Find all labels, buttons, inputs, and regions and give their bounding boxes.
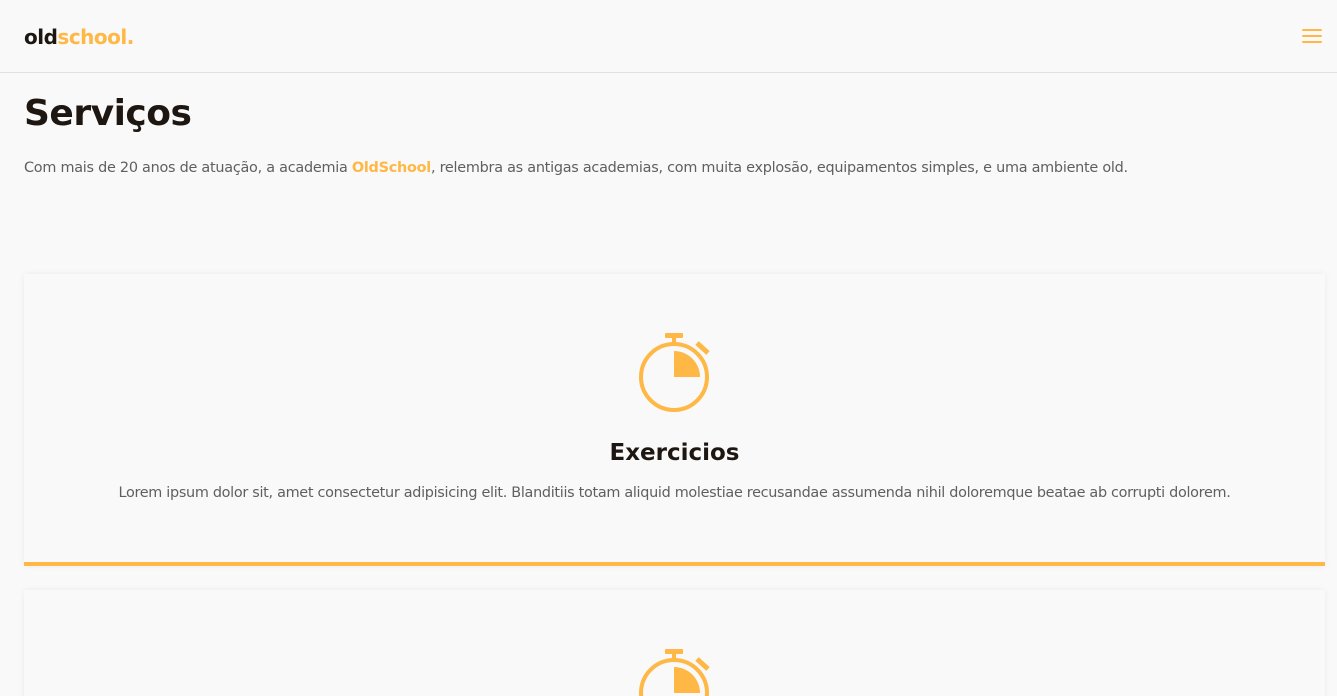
stopwatch-icon [639, 333, 710, 412]
hamburger-menu-icon[interactable] [1300, 27, 1324, 45]
logo[interactable]: oldschool. [24, 23, 134, 51]
intro-text-end: , relembra as antigas academias, com mui… [430, 160, 1128, 176]
stopwatch-icon [639, 649, 710, 696]
intro-text-start: Com mais de 20 anos de atuação, a academ… [24, 160, 352, 176]
site-header: oldschool. [0, 0, 1337, 73]
card-title: Exercicios [609, 440, 740, 466]
logo-text-school: school. [57, 25, 134, 49]
service-card [24, 590, 1325, 696]
card-description: Lorem ipsum dolor sit, amet consectetur … [118, 485, 1231, 501]
section-intro: Com mais de 20 anos de atuação, a academ… [24, 157, 1324, 179]
page-title: Serviços [24, 93, 192, 134]
service-card: Exercicios Lorem ipsum dolor sit, amet c… [24, 274, 1325, 566]
logo-text-old: old [24, 25, 58, 49]
intro-highlight: OldSchool [351, 160, 431, 176]
